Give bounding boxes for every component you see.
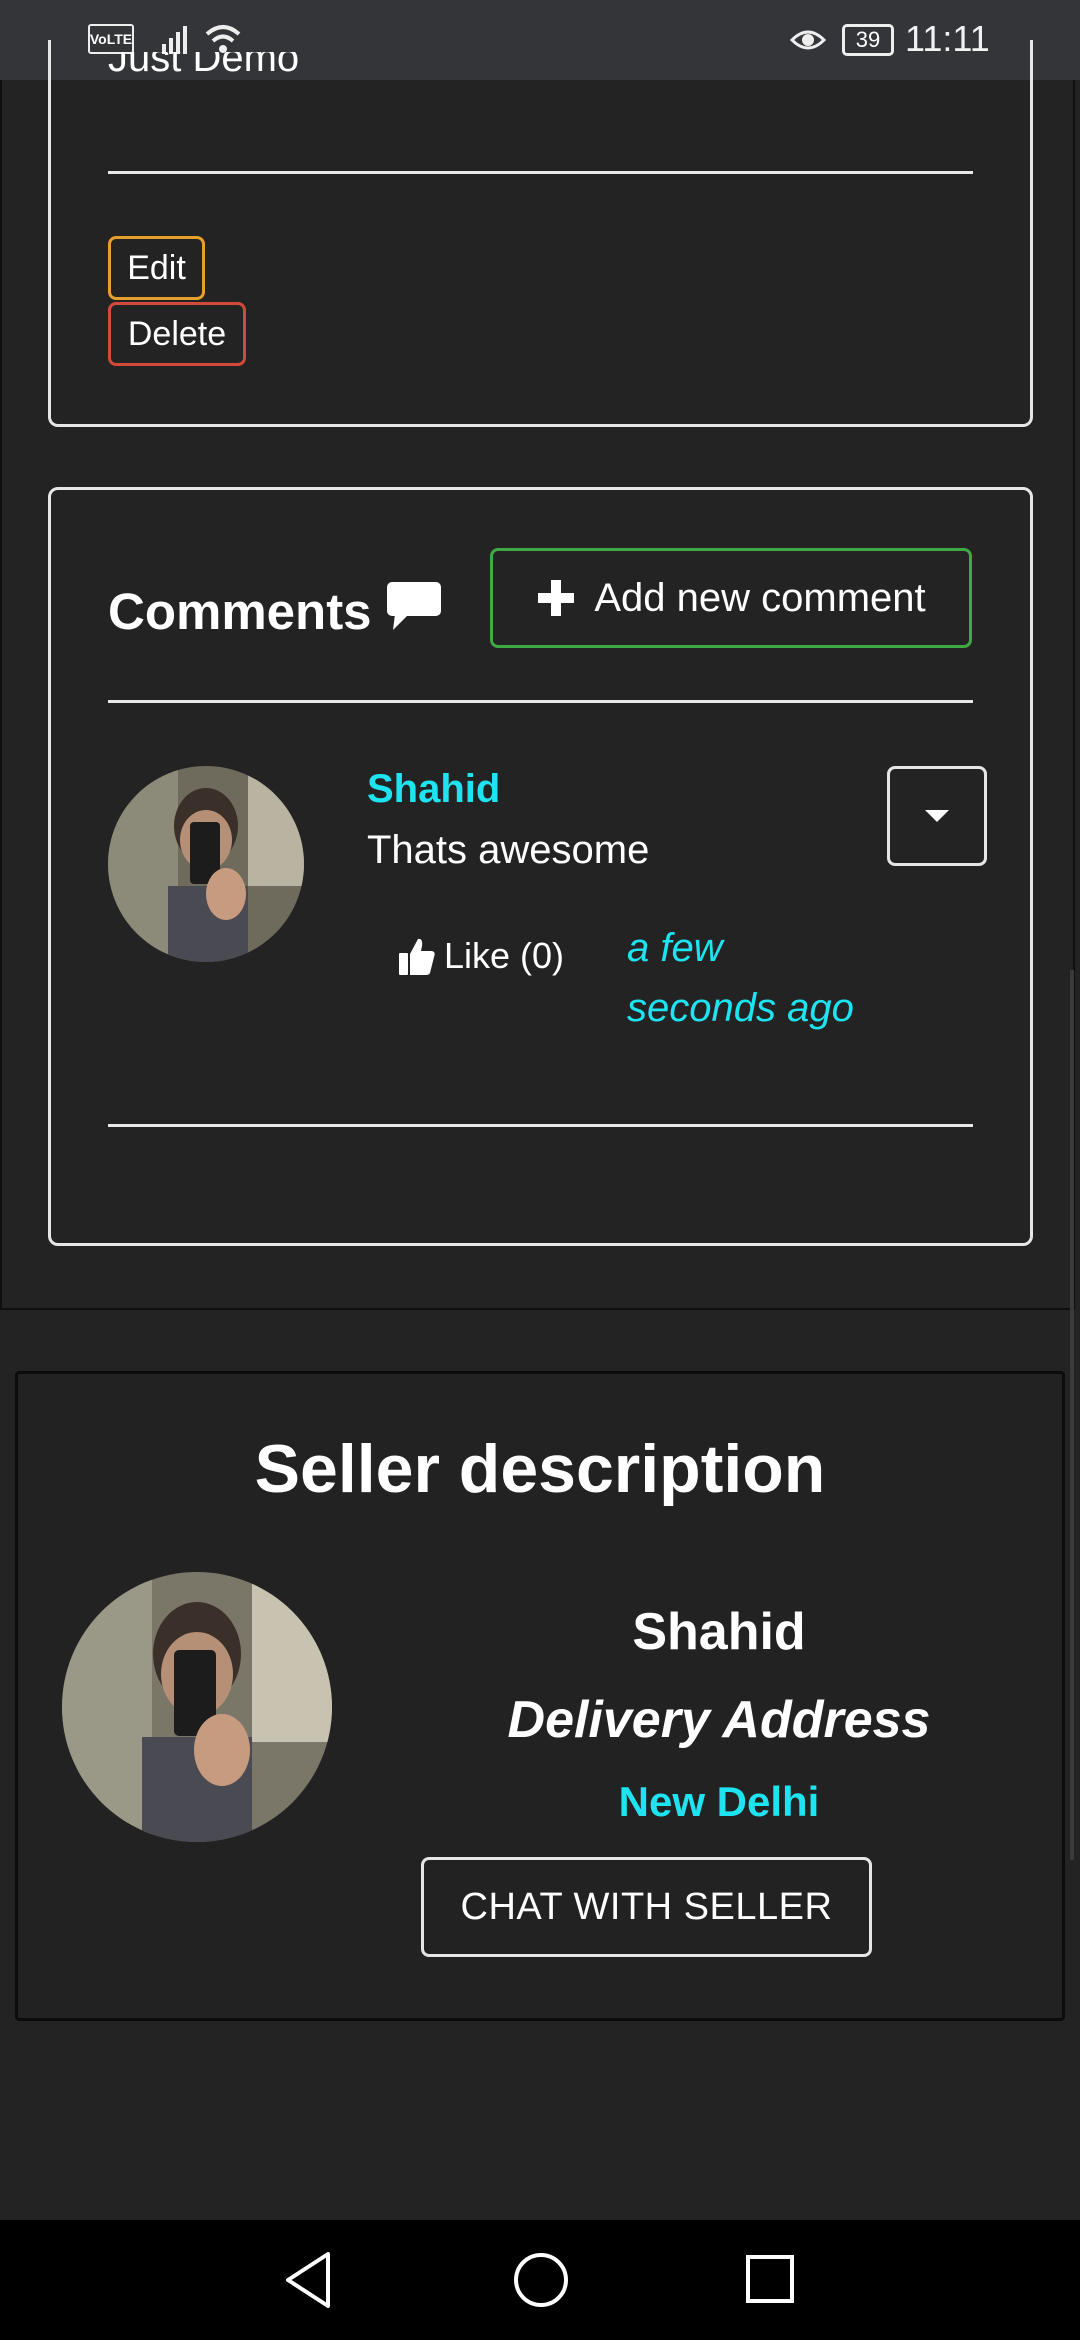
like-button[interactable]: Like (0) [398, 935, 564, 977]
delivery-address-label: Delivery Address [507, 1691, 931, 1749]
plus-icon [538, 580, 575, 616]
comments-heading: Comments [108, 583, 372, 640]
seller-name: Shahid [632, 1603, 806, 1661]
add-comment-label: Add new comment [594, 575, 926, 620]
back-icon[interactable] [282, 2250, 334, 2310]
comment-author[interactable]: Shahid [367, 767, 500, 812]
recents-icon[interactable] [745, 2254, 795, 2304]
timestamp-line-1: a few [627, 926, 723, 970]
post-card [48, 40, 1033, 427]
scrollbar[interactable] [1070, 970, 1074, 1860]
thumbs-up-icon [399, 938, 435, 975]
seller-city: New Delhi [618, 1778, 820, 1825]
comment-options-dropdown[interactable] [887, 766, 987, 866]
chat-with-seller-button[interactable]: CHAT WITH SELLER [421, 1857, 872, 1957]
comment-icon [385, 580, 443, 632]
like-label: Like (0) [444, 935, 565, 976]
navigation-bar [0, 2220, 1080, 2340]
add-comment-button[interactable]: Add new comment [490, 548, 972, 648]
commenter-avatar[interactable] [108, 766, 304, 962]
comments-divider-bottom [108, 1124, 973, 1127]
delete-button[interactable]: Delete [108, 302, 246, 366]
home-icon[interactable] [513, 2252, 569, 2308]
comment-text: Thats awesome [367, 828, 650, 872]
seller-heading: Seller description [254, 1431, 826, 1507]
caret-down-icon [925, 810, 949, 822]
post-divider [108, 171, 973, 174]
comments-divider-top [108, 700, 973, 703]
edit-button[interactable]: Edit [108, 236, 205, 300]
timestamp-line-2: seconds ago [627, 986, 854, 1030]
post-text-partial: Just Demo [108, 52, 300, 80]
comment-timestamp: a few seconds ago [627, 918, 854, 1038]
seller-avatar [62, 1572, 332, 1842]
